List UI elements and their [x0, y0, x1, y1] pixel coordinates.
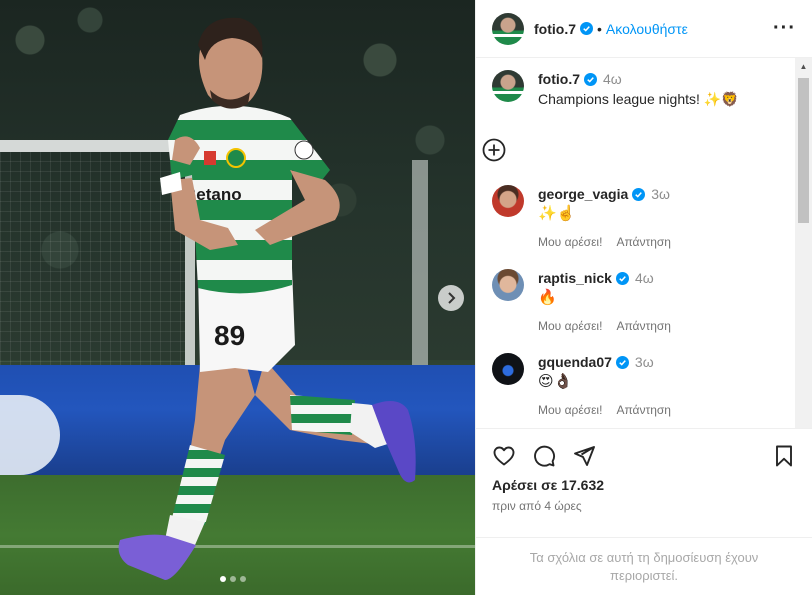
comment: gquenda07 3ω 😍👌🏿 Μου αρέσει! Απάντηση: [492, 353, 796, 419]
comment-text: 🔥: [538, 289, 557, 306]
carousel-dots: [220, 576, 246, 582]
carousel-next-button[interactable]: [438, 285, 464, 311]
avatar[interactable]: [492, 12, 524, 45]
comment-time: 3ω: [651, 186, 670, 202]
verified-badge-icon: [615, 356, 629, 369]
comment-text: ✨☝️: [538, 205, 576, 222]
post-header: fotio.7 • Ακολουθήστε ···: [476, 0, 812, 58]
chevron-right-icon: [448, 292, 456, 304]
verified-badge-icon: [584, 73, 597, 86]
instagram-post-viewer: 89 Betano fotio.7 • Ακολουθήστε ··· foti…: [0, 0, 812, 595]
comment-like-button[interactable]: Μου αρέσει!: [538, 401, 602, 419]
caption-time: 4ω: [603, 71, 622, 87]
jersey-number: 89: [214, 320, 245, 351]
verified-badge-icon: [580, 22, 593, 35]
post-author-username[interactable]: fotio.7: [534, 21, 576, 37]
avatar[interactable]: [492, 70, 524, 102]
comments-scrollbar[interactable]: ▲ ▼: [795, 58, 812, 428]
scrollbar-thumb[interactable]: [798, 78, 809, 223]
share-icon[interactable]: [572, 444, 596, 468]
post-caption: fotio.7 4ω Champions league nights! ✨🦁: [492, 70, 796, 108]
post-actions: Αρέσει σε 17.632 πριν από 4 ώρες: [476, 428, 812, 537]
comment-time: 3ω: [634, 354, 654, 370]
heart-icon[interactable]: [492, 444, 516, 468]
carousel-dot: [240, 576, 246, 582]
comment-reply-button[interactable]: Απάντηση: [616, 317, 671, 335]
separator-dot: •: [597, 20, 602, 37]
verified-badge-icon: [615, 272, 629, 285]
comment-username[interactable]: george_vagia: [538, 186, 628, 202]
comment-username[interactable]: gquenda07: [538, 354, 612, 370]
football-player: 89 Betano: [118, 17, 416, 580]
caption-text: Champions league nights! ✨🦁: [538, 91, 739, 107]
comment-time: 4ω: [634, 270, 654, 286]
comments-restricted-notice: Τα σχόλια σε αυτή τη δημοσίευση έχουν πε…: [476, 537, 812, 595]
avatar[interactable]: [492, 353, 524, 385]
comment-reply-button[interactable]: Απάντηση: [616, 233, 671, 251]
comment-reply-button[interactable]: Απάντηση: [616, 401, 671, 419]
comment-icon[interactable]: [532, 444, 556, 468]
comments-section: fotio.7 4ω Champions league nights! ✨🦁 ge…: [476, 58, 812, 428]
caption-username[interactable]: fotio.7: [538, 71, 580, 87]
comment: raptis_nick 4ω 🔥 Μου αρέσει! Απάντηση: [492, 269, 796, 335]
post-time-ago: πριν από 4 ώρες: [492, 499, 582, 513]
post-photo: 89 Betano: [0, 0, 475, 595]
more-options-icon[interactable]: ···: [773, 17, 796, 40]
carousel-dot: [230, 576, 236, 582]
avatar[interactable]: [492, 185, 524, 217]
verified-badge-icon: [632, 188, 646, 201]
likes-count[interactable]: Αρέσει σε 17.632: [492, 477, 796, 493]
post-details-panel: fotio.7 • Ακολουθήστε ··· fotio.7 4ω Cham…: [475, 0, 812, 595]
comment-like-button[interactable]: Μου αρέσει!: [538, 233, 602, 251]
comment-like-button[interactable]: Μου αρέσει!: [538, 317, 602, 335]
comment-username[interactable]: raptis_nick: [538, 270, 612, 286]
load-more-comments-icon[interactable]: [482, 138, 506, 162]
carousel-dot: [220, 576, 226, 582]
comment: george_vagia 3ω ✨☝️ Μου αρέσει! Απάντηση: [492, 185, 796, 251]
follow-button[interactable]: Ακολουθήστε: [606, 21, 688, 37]
avatar[interactable]: [492, 269, 524, 301]
bookmark-icon[interactable]: [772, 444, 796, 468]
comment-text: 😍👌🏿: [538, 373, 573, 390]
scroll-down-arrow-icon[interactable]: ▼: [795, 424, 812, 428]
scroll-up-arrow-icon[interactable]: ▲: [795, 58, 812, 75]
